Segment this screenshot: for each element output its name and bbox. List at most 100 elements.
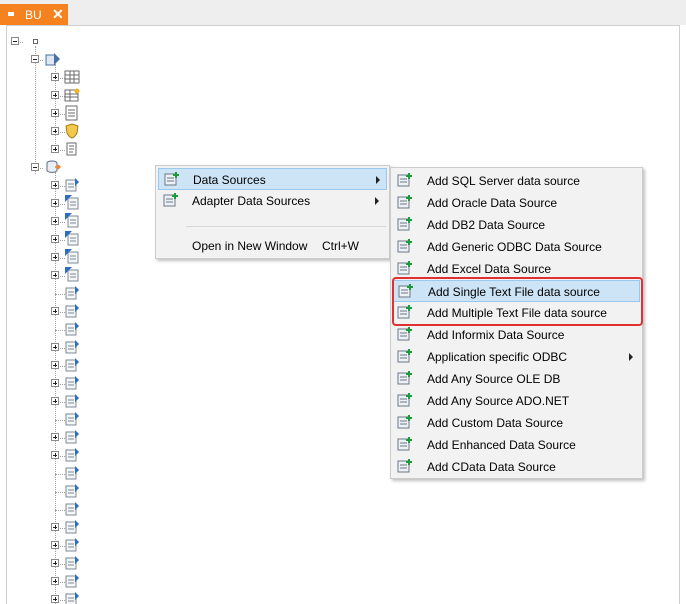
chevron-right-icon — [375, 197, 379, 205]
datasource-icon — [65, 339, 81, 355]
submenu-item-label: Add Any Source ADO.NET — [427, 394, 570, 408]
view-icon — [64, 87, 80, 103]
add-datasource-icon — [397, 348, 413, 364]
submenu-item-add-db2-data-source[interactable]: Add DB2 Data Source — [393, 214, 640, 236]
add-datasource-icon — [397, 370, 413, 386]
shield-icon — [64, 123, 80, 139]
expand-icon[interactable] — [51, 541, 59, 549]
submenu-item-add-sql-server-data-source[interactable]: Add SQL Server data source — [393, 170, 640, 192]
add-datasource-icon — [397, 326, 413, 342]
tree-node-datasource[interactable] — [7, 590, 667, 604]
add-datasource-icon — [397, 260, 413, 276]
tree-node-datasource[interactable] — [7, 554, 667, 572]
datasource-icon — [65, 501, 81, 517]
expand-icon[interactable] — [51, 145, 59, 153]
menu-item-label: Data Sources — [193, 173, 266, 187]
submenu-item-add-enhanced-data-source[interactable]: Add Enhanced Data Source — [393, 434, 640, 456]
submenu-item-application-specific-odbc[interactable]: Application specific ODBC — [393, 346, 640, 368]
datasource-icon — [65, 285, 81, 301]
submenu-item-add-cdata-data-source[interactable]: Add CData Data Source — [393, 456, 640, 478]
add-datasource-icon — [397, 194, 413, 210]
submenu-item-label: Add Excel Data Source — [427, 262, 552, 276]
tab-bu[interactable]: BU ✕ — [0, 4, 68, 25]
menu-item-label: Adapter Data Sources — [192, 194, 311, 208]
expand-icon[interactable] — [51, 253, 59, 261]
tab-window-icon — [8, 12, 14, 16]
db-node-icon — [33, 39, 38, 44]
expand-icon[interactable] — [51, 217, 59, 225]
collapse-icon[interactable] — [11, 37, 19, 45]
expand-icon[interactable] — [51, 523, 59, 531]
tree-node-root[interactable] — [7, 32, 667, 50]
tree-node-datasource[interactable] — [7, 482, 667, 500]
datasource-icon — [65, 555, 81, 571]
datasource-icon — [65, 411, 81, 427]
expand-icon[interactable] — [51, 235, 59, 243]
datasource-icon — [65, 429, 81, 445]
submenu-item-add-generic-odbc-data-source[interactable]: Add Generic ODBC Data Source — [393, 236, 640, 258]
submenu-item-add-any-source-ole-db[interactable]: Add Any Source OLE DB — [393, 368, 640, 390]
expand-icon[interactable] — [51, 127, 59, 135]
submenu-item-add-custom-data-source[interactable]: Add Custom Data Source — [393, 412, 640, 434]
expand-icon[interactable] — [51, 199, 59, 207]
tab-strip: BU ✕ — [0, 0, 686, 25]
add-datasource-icon — [397, 414, 413, 430]
submenu-item-label: Add DB2 Data Source — [427, 218, 546, 232]
submenu-item-add-oracle-data-source[interactable]: Add Oracle Data Source — [393, 192, 640, 214]
datasource-icon — [65, 465, 81, 481]
datasource-icon — [65, 519, 81, 535]
menu-item-data-sources[interactable]: Data Sources — [158, 168, 387, 190]
tree-node-staging-child[interactable] — [7, 68, 667, 86]
add-datasource-icon — [397, 392, 413, 408]
tree-node-datasource[interactable] — [7, 518, 667, 536]
add-datasource-icon — [397, 458, 413, 474]
menu-item-open-in-new-window[interactable]: Open in New Window Ctrl+W — [158, 235, 387, 257]
tree-node-datasource[interactable] — [7, 536, 667, 554]
expand-icon[interactable] — [51, 109, 59, 117]
close-icon[interactable]: ✕ — [52, 6, 64, 23]
datasource-icon — [65, 537, 81, 553]
expand-icon[interactable] — [51, 433, 59, 441]
expand-icon[interactable] — [51, 379, 59, 387]
tree-node-staging-child[interactable] — [7, 122, 667, 140]
tree-node-staging[interactable] — [7, 50, 667, 68]
submenu-item-add-informix-data-source[interactable]: Add Informix Data Source — [393, 324, 640, 346]
expand-icon[interactable] — [51, 361, 59, 369]
tree-node-staging-child[interactable] — [7, 104, 667, 122]
expand-icon[interactable] — [51, 577, 59, 585]
expand-icon[interactable] — [51, 271, 59, 279]
collapse-icon[interactable] — [31, 163, 39, 171]
menu-item-adapter-data-sources[interactable]: Adapter Data Sources — [158, 190, 387, 212]
tree-node-staging-child[interactable] — [7, 140, 667, 158]
collapse-icon[interactable] — [31, 55, 39, 63]
expand-icon[interactable] — [51, 451, 59, 459]
expand-icon[interactable] — [51, 307, 59, 315]
submenu-item-label: Add Custom Data Source — [427, 416, 564, 430]
submenu-item-label: Add SQL Server data source — [427, 174, 580, 188]
tree-node-datasource[interactable] — [7, 500, 667, 518]
tree-node-datasource[interactable] — [7, 572, 667, 590]
datasource-icon — [65, 357, 81, 373]
datasource-icon — [65, 249, 81, 265]
expand-icon[interactable] — [51, 73, 59, 81]
expand-icon[interactable] — [51, 559, 59, 567]
script-icon — [64, 141, 80, 157]
expand-icon[interactable] — [51, 595, 59, 603]
expand-icon[interactable] — [51, 343, 59, 351]
submenu-item-label: Add Oracle Data Source — [427, 196, 558, 210]
add-datasource-icon — [164, 171, 180, 187]
expand-icon[interactable] — [51, 181, 59, 189]
expand-icon[interactable] — [51, 91, 59, 99]
tree-node-staging-child[interactable] — [7, 86, 667, 104]
submenu-item-add-any-source-ado-net[interactable]: Add Any Source ADO.NET — [393, 390, 640, 412]
tab-label: BU — [25, 8, 42, 22]
datasources-icon — [45, 159, 62, 175]
expand-icon[interactable] — [51, 397, 59, 405]
schema-icon — [64, 105, 80, 121]
menu-item-label: Open in New Window — [192, 239, 308, 253]
add-datasource-icon — [397, 172, 413, 188]
add-datasource-icon — [397, 238, 413, 254]
add-datasource-icon — [163, 192, 179, 208]
datasource-icon — [65, 483, 81, 499]
datasource-icon — [65, 447, 81, 463]
